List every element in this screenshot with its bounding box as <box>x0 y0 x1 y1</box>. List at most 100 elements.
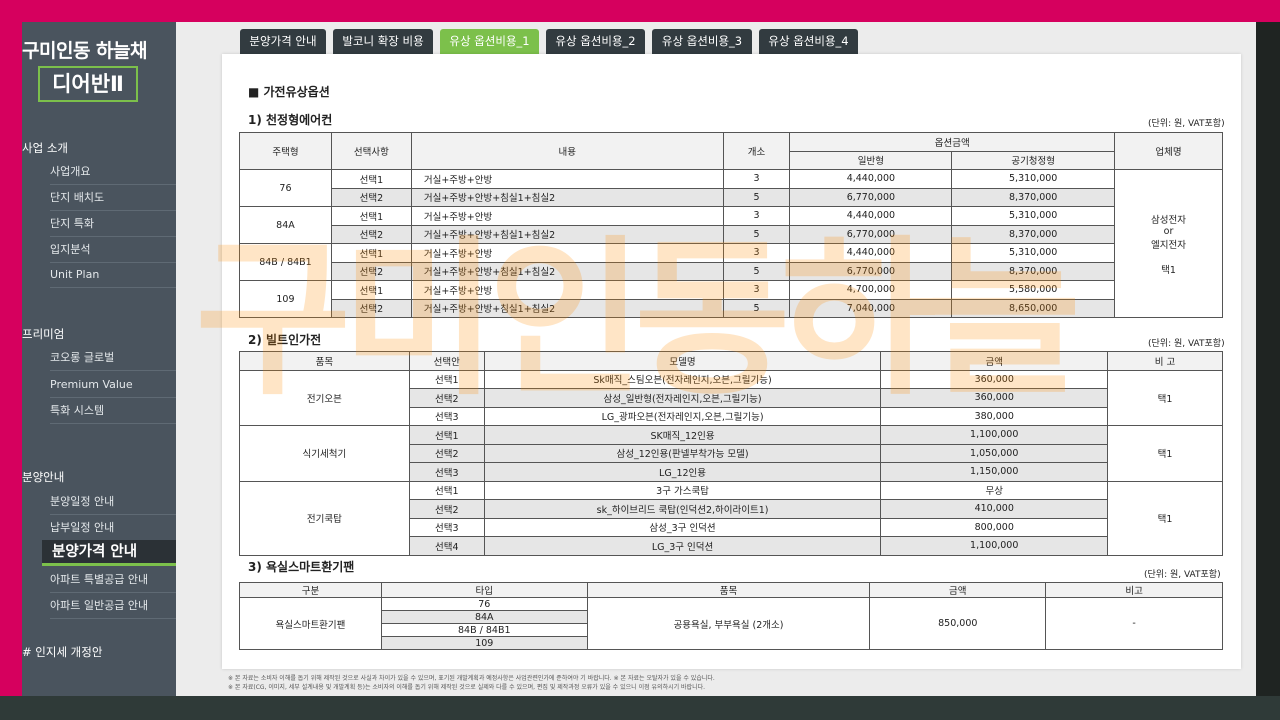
sidebar-section-business[interactable]: 사업 소개 <box>22 140 68 156</box>
ac-count-cell: 3 <box>722 280 791 300</box>
builtin-option-cell: 선택1 <box>408 369 485 389</box>
footnote-line: ※ 본 자료는 소비자 이해를 돕기 위해 제작된 것으로 사실과 차이가 있을… <box>228 675 715 682</box>
tab-option-cost-3[interactable]: 유상 옵션비용_3 <box>652 29 752 54</box>
ac-section-title: 1) 천정형에어컨 <box>248 113 333 127</box>
table-row: 76 선택1 거실+주방+안방 3 4,440,000 5,310,000 삼성… <box>239 169 1223 318</box>
fan-div-cell: 욕실스마트환기팬 <box>239 597 382 650</box>
builtin-model-cell: 삼성_일반형(전자레인지,오븐,그릴기능) <box>483 388 882 408</box>
builtin-header-model: 모델명 <box>483 351 882 371</box>
logo-subtitle[interactable]: 디어반Ⅱ <box>38 66 138 102</box>
fan-type-cell: 84B / 84B1 <box>380 623 588 637</box>
ac-purifier-cell: 8,650,000 <box>951 298 1116 318</box>
tab-option-cost-4[interactable]: 유상 옵션비용_4 <box>759 29 858 54</box>
sidebar-item-unit-plan[interactable]: Unit Plan <box>50 262 176 288</box>
builtin-model-cell: Sk매직_스팀오븐(전자레인지,오븐,그릴기능) <box>483 369 882 389</box>
ac-content-cell: 거실+주방+안방 <box>410 243 724 263</box>
sidebar-section-stamp-tax[interactable]: # 인지세 개정안 <box>22 644 102 660</box>
ac-option-cell: 선택2 <box>330 187 412 207</box>
ac-unit-label: (단위: 원, VAT포함) <box>1148 119 1225 129</box>
sidebar-item-site-plan[interactable]: 단지 배치도 <box>50 185 176 211</box>
ac-content-cell: 거실+주방+안방 <box>410 206 724 226</box>
sidebar-item-payment[interactable]: 납부일정 안내 <box>50 515 176 541</box>
tab-sale-price[interactable]: 분양가격 안내 <box>240 29 326 54</box>
ac-count-cell: 5 <box>722 261 791 281</box>
table-row: 선택2 거실+주방+안방+침실1+침실2 5 6,770,000 8,370,0… <box>240 187 1223 207</box>
builtin-header-price: 금액 <box>880 351 1109 371</box>
ac-purifier-cell: 5,310,000 <box>951 243 1116 263</box>
fan-section-title: 3) 욕실스마트환기팬 <box>248 560 355 574</box>
ac-content-cell: 거실+주방+안방+침실1+침실2 <box>410 224 724 244</box>
sidebar-item-location[interactable]: 입지분석 <box>50 237 176 263</box>
ac-count-cell: 3 <box>722 206 791 226</box>
fan-type-cell: 109 <box>380 636 588 650</box>
ac-purifier-cell: 8,370,000 <box>951 224 1116 244</box>
ac-maker-cell: 삼성전자 or 엘지전자 택1 <box>1114 169 1223 318</box>
sidebar-item-special-system[interactable]: 특화 시스템 <box>50 398 176 424</box>
fan-price-cell: 850,000 <box>869 597 1047 650</box>
footnote-line: ※ 본 자료(CG, 이미지, 세부 설계내용 및 개발계획 등)는 소비자의 … <box>228 684 706 691</box>
ac-header-type: 주택형 <box>239 132 332 170</box>
builtin-price-cell: 1,100,000 <box>880 425 1109 445</box>
sidebar-item-features[interactable]: 단지 특화 <box>50 211 176 237</box>
fan-header-div: 구분 <box>239 582 382 598</box>
table-row: 전기오븐 선택1 Sk매직_스팀오븐(전자레인지,오븐,그릴기능) 360,00… <box>239 369 1223 426</box>
ac-normal-cell: 4,440,000 <box>789 206 953 226</box>
tab-option-cost-2[interactable]: 유상 옵션비용_2 <box>546 29 645 54</box>
table-row: 84A 선택1 거실+주방+안방 3 4,440,000 5,310,000 <box>239 206 1223 244</box>
builtin-unit-label: (단위: 원, VAT포함) <box>1148 339 1225 349</box>
ac-header-count: 개소 <box>722 132 791 170</box>
table-row: 욕실스마트환기팬 76 공용욕실, 부부욕실 (2개소) 850,000 - <box>239 597 1223 650</box>
right-frame-bar <box>1256 22 1280 696</box>
table-row: 선택2 거실+주방+안방+침실1+침실2 5 6,770,000 8,370,0… <box>240 224 1223 244</box>
tab-option-cost-1[interactable]: 유상 옵션비용_1 <box>440 29 539 54</box>
ac-header-content: 내용 <box>410 132 724 170</box>
table-row: 84B / 84B1 선택1 거실+주방+안방 3 4,440,000 5,31… <box>239 243 1223 281</box>
ac-normal-cell: 6,770,000 <box>789 261 953 281</box>
builtin-option-cell: 선택3 <box>408 406 485 426</box>
table-row: 식기세척기 선택1 SK매직_12인용 1,100,000 택1 <box>239 425 1223 482</box>
sidebar-item-premium-value[interactable]: Premium Value <box>50 372 176 398</box>
builtin-model-cell: SK매직_12인용 <box>483 425 882 445</box>
builtin-option-cell: 선택1 <box>408 480 485 500</box>
ac-count-cell: 3 <box>722 169 791 189</box>
fan-table: 구분 타입 품목 금액 비고 욕실스마트환기팬 76 공용욕실, 부부욕실 (2… <box>239 582 1223 650</box>
fan-type-cell: 76 <box>380 597 588 611</box>
ac-option-cell: 선택1 <box>330 169 412 189</box>
sidebar-section-premium[interactable]: 프리미엄 <box>22 326 64 342</box>
ac-normal-cell: 7,040,000 <box>789 298 953 318</box>
builtin-header-note: 비 고 <box>1107 351 1223 371</box>
top-frame-bar <box>0 0 1280 22</box>
ac-table: 주택형 선택사항 내용 개소 옵션금액 업체명 일반형 공기청정형 76 선택1… <box>239 132 1223 318</box>
fan-header-note: 비고 <box>1045 582 1223 598</box>
builtin-price-cell: 무상 <box>880 480 1109 500</box>
ac-maker-spacer <box>1117 251 1220 262</box>
builtin-model-cell: LG_3구 인덕션 <box>483 536 882 556</box>
footnotes: ※ 본 자료는 소비자 이해를 돕기 위해 제작된 것으로 사실과 차이가 있을… <box>228 674 715 692</box>
ac-type-cell: 84A <box>239 206 332 244</box>
sidebar: 구미인동 하늘채 디어반Ⅱ 사업 소개 사업개요 단지 배치도 단지 특화 입지… <box>22 22 176 696</box>
builtin-price-cell: 380,000 <box>880 406 1109 426</box>
builtin-option-cell: 선택3 <box>408 517 485 537</box>
sidebar-item-special-supply[interactable]: 아파트 특별공급 안내 <box>50 567 176 593</box>
logo-title[interactable]: 구미인동 하늘채 <box>22 36 176 63</box>
sidebar-item-general-supply[interactable]: 아파트 일반공급 안내 <box>50 593 176 619</box>
builtin-header-item: 품목 <box>239 351 410 371</box>
ac-content-cell: 거실+주방+안방 <box>410 280 724 300</box>
sidebar-item-kolon[interactable]: 코오롱 글로벌 <box>50 345 176 371</box>
builtin-note-cell: 택1 <box>1107 369 1223 426</box>
builtin-model-cell: 삼성_12인용(판넬부착가능 모델) <box>483 443 882 463</box>
sidebar-item-schedule[interactable]: 분양일정 안내 <box>50 489 176 515</box>
ac-purifier-cell: 5,310,000 <box>951 169 1116 189</box>
builtin-model-cell: 삼성_3구 인덕션 <box>483 517 882 537</box>
ac-option-cell: 선택2 <box>330 298 412 318</box>
builtin-price-cell: 360,000 <box>880 369 1109 389</box>
builtin-price-cell: 1,050,000 <box>880 443 1109 463</box>
ac-normal-cell: 6,770,000 <box>789 187 953 207</box>
sidebar-section-sales[interactable]: 분양안내 <box>22 469 64 485</box>
fan-header-type: 타입 <box>380 582 588 598</box>
sidebar-item-overview[interactable]: 사업개요 <box>50 159 176 185</box>
table-row: 선택2 거실+주방+안방+침실1+침실2 5 7,040,000 8,650,0… <box>240 298 1223 318</box>
ac-option-cell: 선택1 <box>330 243 412 263</box>
sidebar-item-price-active[interactable]: 분양가격 안내 <box>42 540 176 566</box>
tab-balcony-cost[interactable]: 발코니 확장 비용 <box>333 29 433 54</box>
